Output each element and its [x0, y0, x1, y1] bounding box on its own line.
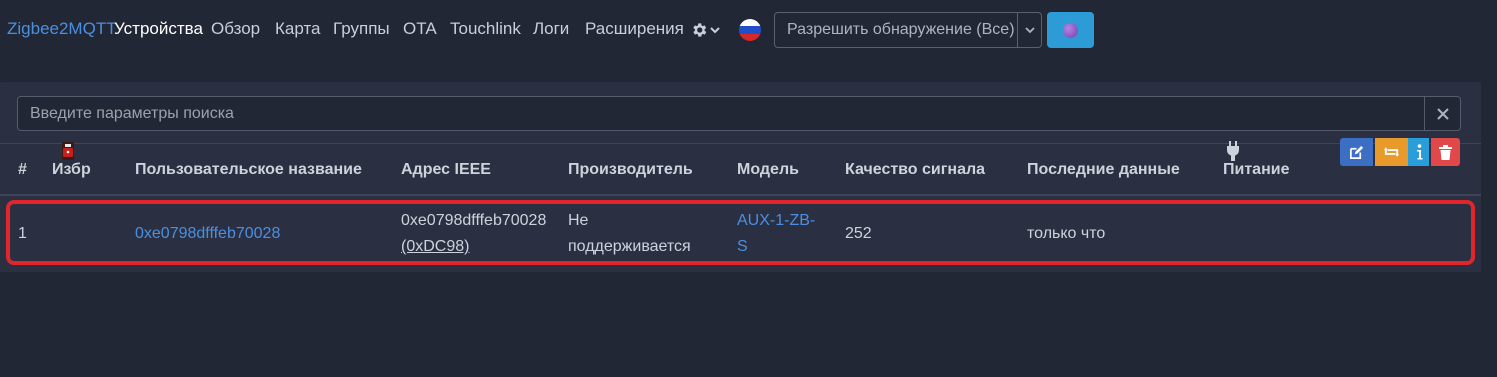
- header-last-seen[interactable]: Последние данные: [1027, 161, 1180, 179]
- navbar: Zigbee2MQTT Устройства Обзор Карта Групп…: [0, 0, 1497, 62]
- trash-icon: [1439, 144, 1452, 160]
- permit-join-button[interactable]: Разрешить обнаружение (Все): [775, 13, 1017, 47]
- header-friendly-name[interactable]: Пользовательское название: [135, 161, 362, 179]
- model-link-line1[interactable]: AUX-1-ZB-: [737, 208, 815, 234]
- chevron-down-icon: [1024, 27, 1035, 34]
- permit-join-group: Разрешить обнаружение (Все): [774, 12, 1042, 48]
- search-clear-button[interactable]: [1424, 97, 1460, 130]
- plug-icon: [1227, 141, 1239, 161]
- ieee-address: 0xe0798dfffeb70028: [401, 212, 547, 229]
- header-model[interactable]: Модель: [737, 161, 799, 179]
- nav-ota[interactable]: OTA: [403, 19, 437, 39]
- divider: [0, 143, 1481, 144]
- russian-flag-icon[interactable]: [739, 19, 761, 41]
- nav-map[interactable]: Карта: [275, 19, 321, 39]
- search-group: [17, 96, 1461, 131]
- last-seen: только что: [1027, 225, 1106, 242]
- permit-join-dropdown-toggle[interactable]: [1017, 13, 1041, 47]
- swap-icon: [1383, 147, 1400, 157]
- nav-groups[interactable]: Группы: [333, 19, 390, 39]
- device-friendly-name-link[interactable]: 0xe0798dfffeb70028: [135, 221, 280, 247]
- manufacturer-line1: Не: [568, 212, 589, 229]
- reconfigure-button[interactable]: [1375, 138, 1408, 166]
- header-manufacturer[interactable]: Производитель: [568, 161, 693, 179]
- theme-toggle-button[interactable]: [1047, 12, 1094, 48]
- brand-link[interactable]: Zigbee2MQTT: [7, 19, 117, 39]
- devices-card: # Избр Пользовательское название Адрес I…: [0, 82, 1481, 272]
- device-thumbnail-icon: [62, 142, 74, 160]
- edit-button[interactable]: [1340, 138, 1373, 166]
- search-input[interactable]: [18, 97, 1424, 130]
- nav-dashboard[interactable]: Обзор: [211, 19, 260, 39]
- edit-icon: [1350, 145, 1364, 159]
- link-quality: 252: [845, 225, 872, 242]
- settings-dropdown[interactable]: [690, 18, 720, 42]
- close-icon: [1436, 107, 1449, 120]
- nav-logs[interactable]: Логи: [533, 19, 569, 39]
- nav-extensions[interactable]: Расширения: [585, 19, 684, 39]
- nav-touchlink[interactable]: Touchlink: [450, 19, 521, 39]
- manufacturer-line2: поддерживается: [568, 238, 691, 255]
- network-address: (0xDC98): [401, 238, 470, 255]
- nav-devices[interactable]: Устройства: [114, 19, 203, 39]
- header-index[interactable]: #: [18, 161, 27, 179]
- info-icon: [1416, 144, 1422, 160]
- row-actions: [1340, 138, 1460, 166]
- gear-icon: [693, 23, 707, 37]
- chevron-down-icon: [710, 27, 720, 34]
- delete-button[interactable]: [1431, 138, 1460, 166]
- header-link-quality[interactable]: Качество сигнала: [845, 161, 985, 179]
- header-ieee-address[interactable]: Адрес IEEE: [401, 161, 491, 179]
- model-link-line2[interactable]: S: [737, 234, 748, 260]
- header-pic[interactable]: Избр: [52, 161, 91, 179]
- purple-circle-icon: [1063, 22, 1078, 38]
- header-power[interactable]: Питание: [1223, 161, 1289, 179]
- header-divider: [0, 194, 1481, 196]
- info-button[interactable]: [1408, 138, 1429, 166]
- row-index: 1: [18, 225, 27, 242]
